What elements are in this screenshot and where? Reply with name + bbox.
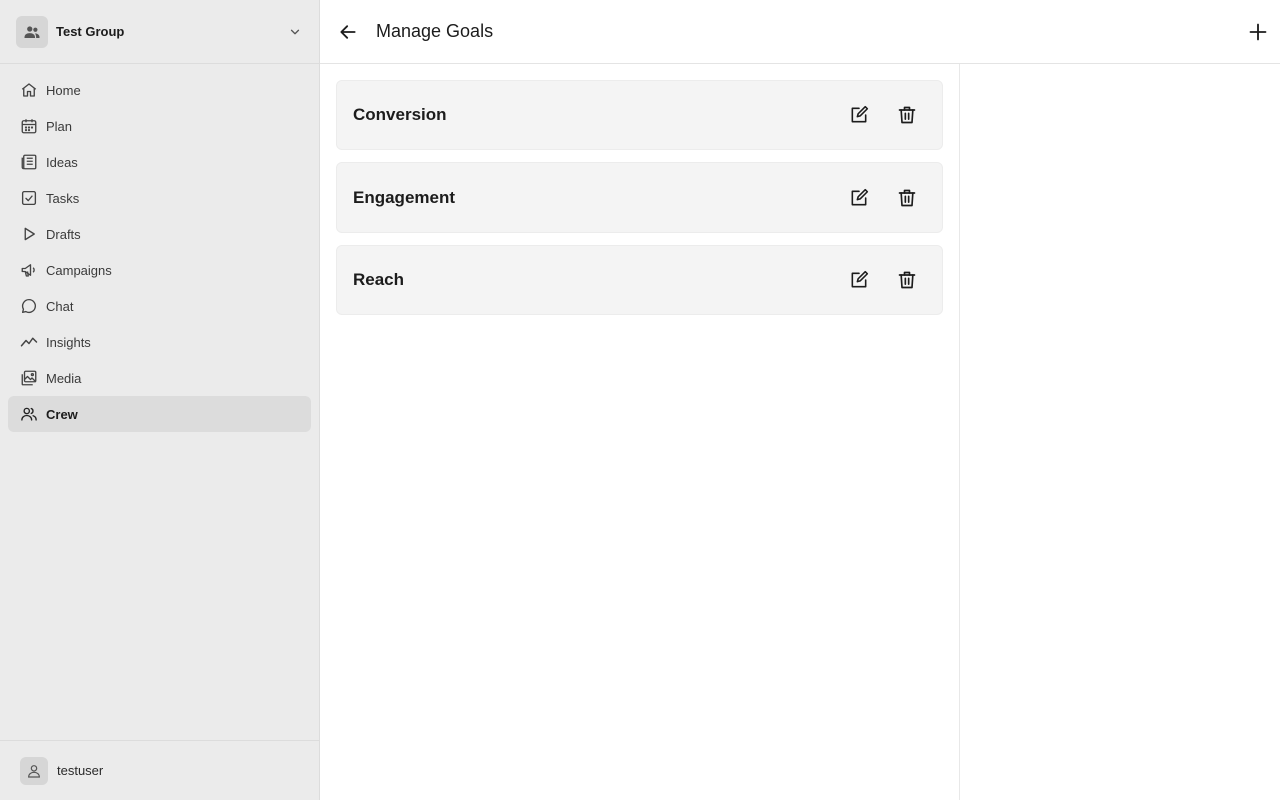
users-icon xyxy=(16,15,48,48)
sidebar-item-chat[interactable]: Chat xyxy=(8,288,311,324)
calendar-icon xyxy=(20,117,38,135)
user-menu[interactable]: testuser xyxy=(0,740,319,800)
page-header: Manage Goals xyxy=(320,0,1280,64)
sidebar-item-label: Plan xyxy=(46,118,73,134)
newspaper-icon xyxy=(20,153,38,171)
sidebar-item-label: Insights xyxy=(46,334,91,350)
sidebar-item-label: Home xyxy=(46,82,81,98)
edit-goal-button[interactable] xyxy=(847,186,871,210)
home-icon xyxy=(20,81,38,99)
sidebar-item-label: Crew xyxy=(46,406,78,422)
chat-bubble-icon xyxy=(20,297,38,315)
goals-panel: Conversion Engagement Reach xyxy=(320,64,960,800)
trend-line-icon xyxy=(20,333,38,351)
username: testuser xyxy=(57,763,104,778)
sidebar-item-insights[interactable]: Insights xyxy=(8,324,311,360)
sidebar-item-ideas[interactable]: Ideas xyxy=(8,144,311,180)
sidebar-item-campaigns[interactable]: Campaigns xyxy=(8,252,311,288)
play-icon xyxy=(20,225,38,243)
edit-goal-button[interactable] xyxy=(847,268,871,292)
images-icon xyxy=(20,369,38,387)
page-title: Manage Goals xyxy=(376,21,494,41)
sidebar: Test Group Home Plan Ideas Tasks Drafts … xyxy=(0,0,320,800)
sidebar-item-label: Chat xyxy=(46,298,74,314)
edit-icon xyxy=(849,105,869,125)
trash-icon xyxy=(897,105,917,125)
sidebar-item-label: Ideas xyxy=(46,154,78,170)
goal-card: Conversion xyxy=(336,80,943,150)
sidebar-item-label: Tasks xyxy=(46,190,80,206)
edit-icon xyxy=(849,270,869,290)
detail-panel xyxy=(961,64,1280,800)
megaphone-icon xyxy=(20,261,38,279)
edit-goal-button[interactable] xyxy=(847,103,871,127)
sidebar-item-media[interactable]: Media xyxy=(8,360,311,396)
sidebar-item-drafts[interactable]: Drafts xyxy=(8,216,311,252)
goal-name: Conversion xyxy=(353,105,447,124)
group-name: Test Group xyxy=(56,24,125,39)
goal-name: Engagement xyxy=(353,187,456,207)
back-button[interactable] xyxy=(336,20,360,44)
sidebar-item-tasks[interactable]: Tasks xyxy=(8,180,311,216)
sidebar-nav: Home Plan Ideas Tasks Drafts Campaigns C… xyxy=(8,72,311,432)
delete-goal-button[interactable] xyxy=(895,103,919,127)
users-icon xyxy=(20,405,38,423)
person-icon xyxy=(20,756,48,785)
sidebar-item-label: Media xyxy=(46,370,82,386)
sidebar-item-plan[interactable]: Plan xyxy=(8,108,311,144)
trash-icon xyxy=(897,270,917,290)
group-switcher[interactable]: Test Group xyxy=(0,0,319,64)
goal-card: Engagement xyxy=(336,162,943,233)
arrow-left-icon xyxy=(338,22,358,42)
sidebar-item-label: Drafts xyxy=(46,226,81,242)
plus-icon xyxy=(1248,22,1268,42)
trash-icon xyxy=(897,188,917,208)
sidebar-item-crew[interactable]: Crew xyxy=(8,396,311,432)
edit-icon xyxy=(849,188,869,208)
sidebar-item-home[interactable]: Home xyxy=(8,72,311,108)
sidebar-item-label: Campaigns xyxy=(46,262,112,278)
goal-name: Reach xyxy=(353,270,405,289)
delete-goal-button[interactable] xyxy=(895,268,919,292)
goal-list: Conversion Engagement Reach xyxy=(336,80,943,327)
delete-goal-button[interactable] xyxy=(895,186,919,210)
checkbox-icon xyxy=(20,189,38,207)
goal-card: Reach xyxy=(336,245,943,315)
add-goal-button[interactable] xyxy=(1246,20,1270,44)
chevron-down-icon xyxy=(287,24,303,40)
